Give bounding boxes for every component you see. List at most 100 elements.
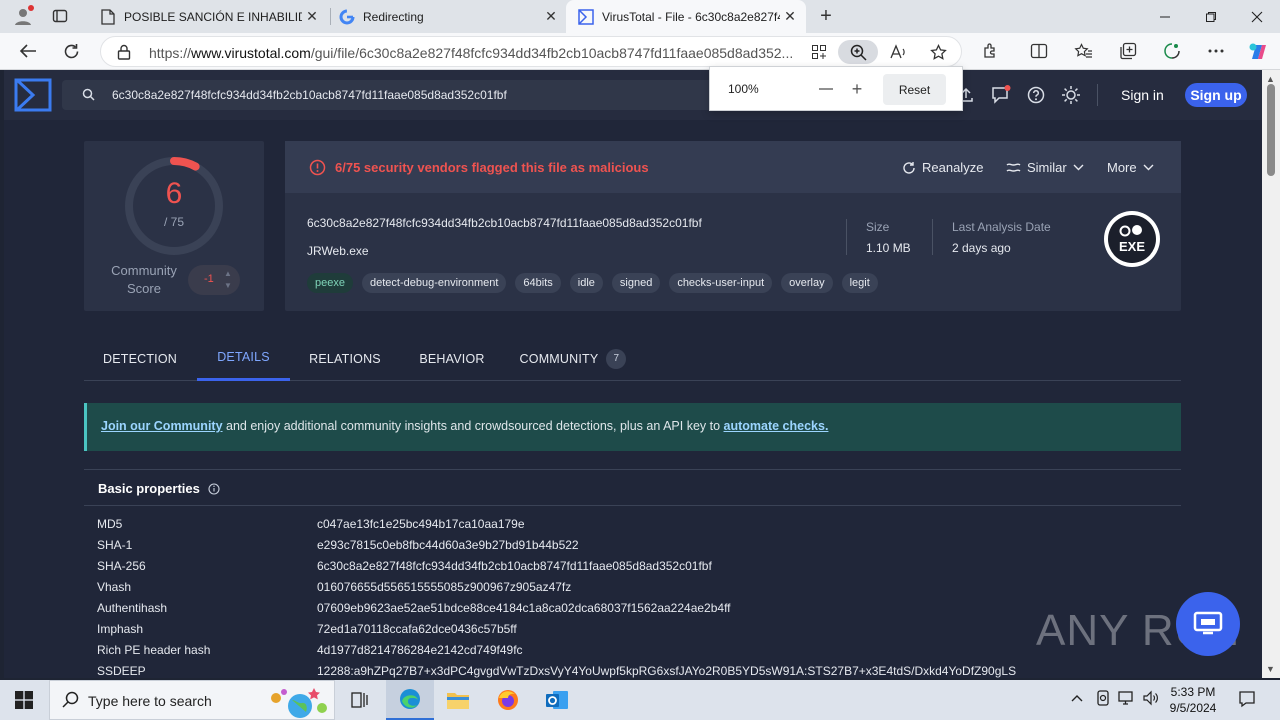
scrollbar-thumb[interactable] (1267, 84, 1275, 176)
favorite-star-icon[interactable] (923, 40, 953, 64)
volume-icon[interactable] (1142, 690, 1160, 709)
file-tag[interactable]: detect-debug-environment (361, 273, 507, 293)
browser-tab-2[interactable]: Redirecting ✕ (327, 0, 567, 33)
tray-device-icon[interactable] (1095, 690, 1111, 709)
property-row: MD5 c047ae13fc1e25bc494b17ca10aa179e (97, 517, 1197, 538)
file-tag[interactable]: legit (841, 273, 878, 293)
automate-checks-link[interactable]: automate checks. (724, 419, 829, 433)
theme-sun-icon[interactable] (1060, 84, 1082, 106)
vt-header: 6c30c8a2e827f48fcfc934dd34fb2cb10acb8747… (4, 70, 1262, 120)
read-aloud-icon[interactable] (883, 40, 913, 64)
vote-down-icon[interactable]: ▼ (224, 281, 232, 290)
close-icon[interactable]: ✕ (780, 8, 800, 25)
reanalyze-button[interactable]: Reanalyze (902, 160, 983, 175)
browser-tab-1[interactable]: POSIBLE SANCIÓN E INHABILIDAD ✕ (88, 0, 328, 33)
property-value[interactable]: c047ae13fc1e25bc494b17ca10aa179e (317, 517, 525, 531)
chat-button[interactable] (1176, 592, 1240, 656)
windows-start-icon[interactable] (0, 680, 48, 720)
notification-center-icon[interactable] (1238, 690, 1256, 711)
search-input[interactable]: 6c30c8a2e827f48fcfc934dd34fb2cb10acb8747… (112, 88, 507, 102)
minimize-icon[interactable] (1142, 0, 1188, 33)
refresh-icon[interactable] (56, 37, 86, 65)
file-explorer-icon[interactable] (434, 680, 482, 720)
browser-tab-3-active[interactable]: VirusTotal - File - 6c30c8a2e827f4 ✕ (566, 0, 806, 33)
file-hash[interactable]: 6c30c8a2e827f48fcfc934dd34fb2cb10acb8747… (307, 216, 702, 230)
more-button[interactable]: More (1107, 160, 1154, 175)
new-tab-button[interactable]: + (811, 2, 841, 30)
browser-toolbar: https://www.virustotal.com/gui/file/6c30… (0, 33, 1280, 70)
file-tag[interactable]: idle (569, 273, 603, 293)
tab-title: POSIBLE SANCIÓN E INHABILIDAD (124, 9, 302, 24)
close-window-icon[interactable] (1234, 0, 1280, 33)
taskbar-search[interactable]: Type here to search (49, 680, 335, 720)
property-value[interactable]: 6c30c8a2e827f48fcfc934dd34fb2cb10acb8747… (317, 559, 712, 573)
chat-icon (1193, 611, 1223, 635)
zoom-popup: 100% + Reset (709, 66, 963, 111)
task-view-icon[interactable] (336, 680, 384, 720)
zoom-out-button[interactable] (813, 76, 839, 102)
zoom-reset-button[interactable]: Reset (883, 74, 946, 105)
back-icon[interactable] (13, 37, 43, 65)
alert-icon (309, 159, 326, 181)
search-bar[interactable]: 6c30c8a2e827f48fcfc934dd34fb2cb10acb8747… (62, 80, 722, 110)
info-icon[interactable] (208, 482, 220, 495)
network-icon[interactable] (1118, 690, 1136, 709)
property-value[interactable]: 72ed1a70118ccafa62dce0436c57b5ff (317, 622, 517, 636)
help-icon[interactable] (1025, 84, 1047, 106)
close-icon[interactable]: ✕ (541, 8, 561, 25)
property-value[interactable]: e293c7815c0eb8fbc44d60a3e9b27bd91b44b522 (317, 538, 579, 552)
detection-count: 6 (165, 177, 183, 210)
outlook-icon[interactable] (533, 680, 581, 720)
sign-up-button[interactable]: Sign up (1185, 83, 1247, 107)
property-value[interactable]: 4d1977d8214786284e2142cd749f49fc (317, 643, 523, 657)
browser-essentials-icon[interactable] (1157, 37, 1187, 65)
edge-taskbar-icon[interactable] (386, 680, 434, 720)
property-value[interactable]: 07609eb9623ae52ae51bdce88ce4184c1a8ca02d… (317, 601, 731, 615)
property-row: Vhash 016076655d556515555085z900967z905az… (97, 580, 1197, 601)
file-tag[interactable]: checks-user-input (669, 273, 773, 293)
file-tag[interactable]: 64bits (515, 273, 561, 293)
copilot-icon[interactable] (1243, 37, 1273, 65)
page-scrollbar[interactable]: ▲ ▼ (1262, 70, 1280, 678)
tab-details[interactable]: DETAILS (197, 336, 290, 381)
firefox-icon[interactable] (484, 680, 532, 720)
address-bar[interactable]: https://www.virustotal.com/gui/file/6c30… (100, 36, 962, 67)
tab-relations[interactable]: RELATIONS (294, 336, 396, 381)
file-tag[interactable]: signed (611, 273, 661, 293)
restore-icon[interactable] (1188, 0, 1234, 33)
profile-icon[interactable] (8, 2, 38, 30)
property-value[interactable]: 12288:a9hZPq27B7+x3dPC4gvgdVwTzDxsVyY4Yo… (317, 664, 1016, 678)
vote-up-icon[interactable]: ▲ (224, 269, 232, 278)
tab-actions-icon[interactable] (45, 2, 75, 30)
scroll-up-icon[interactable]: ▲ (1266, 74, 1275, 84)
basic-properties-title: Basic properties (98, 481, 220, 496)
file-tag[interactable]: peexe (307, 273, 353, 293)
zoom-icon[interactable] (838, 40, 878, 64)
close-icon[interactable]: ✕ (302, 8, 322, 25)
taskbar-clock[interactable]: 5:33 PM 9/5/2024 (1163, 684, 1223, 716)
url-text[interactable]: https://www.virustotal.com/gui/file/6c30… (149, 45, 799, 61)
similar-button[interactable]: Similar (1006, 160, 1084, 175)
extensions-icon[interactable] (976, 37, 1006, 65)
split-screen-icon[interactable] (1024, 37, 1054, 65)
tray-expand-icon[interactable] (1071, 690, 1083, 705)
lock-icon[interactable] (117, 44, 131, 65)
property-value[interactable]: 016076655d556515555085z900967z905az47fz (317, 580, 571, 594)
document-icon (100, 8, 116, 25)
tab-behavior[interactable]: BEHAVIOR (402, 336, 502, 381)
sign-in-link[interactable]: Sign in (1121, 87, 1164, 103)
file-tag[interactable]: overlay (781, 273, 833, 293)
property-key: Imphash (97, 622, 144, 636)
app-available-icon[interactable] (804, 40, 834, 64)
more-menu-icon[interactable] (1201, 37, 1231, 65)
virustotal-logo[interactable] (14, 78, 52, 112)
reanalyze-icon (903, 161, 915, 174)
tab-community[interactable]: COMMUNITY 7 (508, 336, 638, 381)
scroll-down-icon[interactable]: ▼ (1266, 664, 1275, 674)
favorites-icon[interactable] (1068, 37, 1098, 65)
join-community-link[interactable]: Join our Community (101, 419, 223, 433)
collections-icon[interactable] (1113, 37, 1143, 65)
tab-detection[interactable]: DETECTION (84, 336, 196, 381)
zoom-in-button[interactable]: + (844, 76, 870, 102)
notifications-icon[interactable] (990, 84, 1012, 106)
